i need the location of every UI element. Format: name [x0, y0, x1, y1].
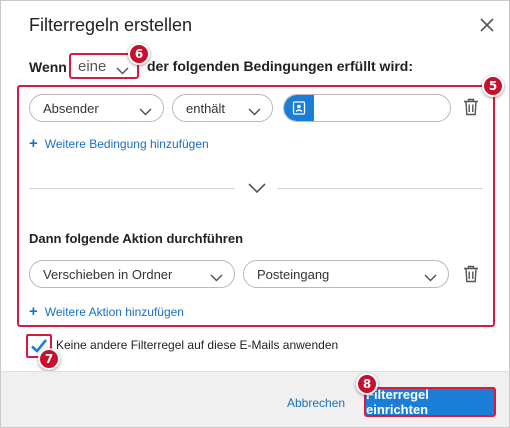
delete-condition-trash-icon[interactable]: [463, 98, 479, 116]
step-marker-8: 8: [356, 373, 378, 395]
condition-operator-select[interactable]: enthält: [172, 94, 273, 122]
chevron-down-icon: [139, 104, 152, 119]
action-section-title: Dann folgende Aktion durchführen: [29, 231, 244, 246]
create-filter-button[interactable]: Filterregel einrichten: [364, 387, 496, 417]
add-condition-label: Weitere Bedingung hinzufügen: [44, 136, 209, 151]
chevron-down-icon: [210, 270, 223, 285]
add-condition-link[interactable]: + Weitere Bedingung hinzufügen: [29, 136, 209, 151]
condition-value-input[interactable]: [283, 94, 451, 122]
delete-action-trash-icon[interactable]: [463, 265, 479, 283]
contact-card-icon[interactable]: [284, 95, 314, 121]
target-folder-select[interactable]: Posteingang: [243, 260, 449, 288]
step-marker-5: 5: [482, 75, 504, 97]
condition-suffix: der folgenden Bedingungen erfüllt wird:: [147, 58, 413, 74]
divider: [29, 188, 235, 189]
condition-field-select[interactable]: Absender: [29, 94, 164, 122]
close-icon[interactable]: [477, 15, 497, 35]
step-marker-7: 7: [38, 348, 60, 370]
chevron-down-icon: [424, 270, 437, 285]
chevron-down-icon[interactable]: [247, 181, 267, 195]
match-mode-value: eine: [78, 57, 107, 75]
stop-processing-label[interactable]: Keine andere Filterregel auf diese E-Mai…: [56, 338, 338, 352]
condition-operator-value: enthält: [186, 100, 226, 116]
add-action-link[interactable]: + Weitere Aktion hinzufügen: [29, 304, 184, 319]
action-type-value: Verschieben in Ordner: [43, 266, 173, 282]
condition-field-value: Absender: [43, 100, 99, 116]
add-action-label: Weitere Aktion hinzufügen: [44, 304, 184, 319]
step-marker-6: 6: [128, 43, 150, 65]
chevron-down-icon: [116, 62, 129, 79]
dialog-title: Filterregeln erstellen: [29, 15, 193, 35]
divider: [277, 188, 483, 189]
filter-rule-dialog: Filterregeln erstellen Wenn eine der fol…: [0, 0, 510, 428]
cancel-button[interactable]: Abbrechen: [287, 396, 345, 410]
plus-icon: +: [29, 303, 38, 320]
target-folder-value: Posteingang: [257, 266, 330, 282]
plus-icon: +: [29, 135, 38, 152]
condition-prefix: Wenn: [29, 59, 67, 75]
chevron-down-icon: [248, 104, 261, 119]
action-type-select[interactable]: Verschieben in Ordner: [29, 260, 235, 288]
